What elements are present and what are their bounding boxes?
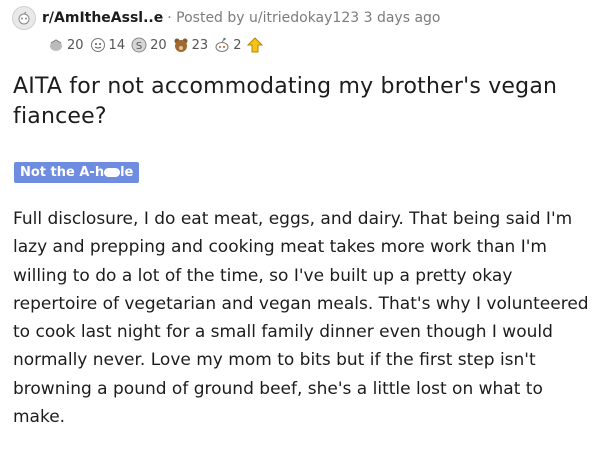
award-bear[interactable]: 23 <box>173 37 209 53</box>
award-face[interactable]: 14 <box>90 37 126 53</box>
awards-row: 20 14 S 20 23 2 <box>48 34 272 56</box>
flair-text-end: le <box>120 165 134 180</box>
snoo-award-icon <box>214 37 230 53</box>
silver-award-icon: S <box>131 37 147 53</box>
hands-award-icon <box>48 37 64 53</box>
face-award-icon <box>90 37 106 53</box>
post-title[interactable]: AITA for not accommodating my brother's … <box>13 72 588 132</box>
subreddit-avatar-icon[interactable] <box>12 6 36 30</box>
award-upvote[interactable] <box>247 37 266 53</box>
flair-text-start: Not the A-h <box>20 165 105 180</box>
subreddit-link[interactable]: r/AmItheAssl..e <box>42 10 163 26</box>
award-hands[interactable]: 20 <box>48 37 84 53</box>
award-count: 20 <box>67 37 84 53</box>
award-silver[interactable]: S 20 <box>131 37 167 53</box>
award-count: 2 <box>233 37 242 53</box>
post-meta: · Posted by u/itriedokay123 3 days ago <box>167 10 441 26</box>
award-count: 20 <box>150 37 167 53</box>
bear-award-icon <box>173 37 189 53</box>
award-count: 23 <box>191 37 209 53</box>
upvote-award-icon <box>247 37 264 53</box>
post-header: r/AmItheAssl..e · Posted by u/itriedokay… <box>12 6 587 30</box>
post-body: Full disclosure, I do eat meat, eggs, an… <box>13 209 589 428</box>
award-count: 14 <box>108 37 126 53</box>
svg-text:S: S <box>136 41 142 52</box>
flair-redaction <box>104 168 121 177</box>
post-flair[interactable]: Not the A-h le <box>14 162 140 183</box>
award-snoo[interactable]: 2 <box>214 37 241 53</box>
